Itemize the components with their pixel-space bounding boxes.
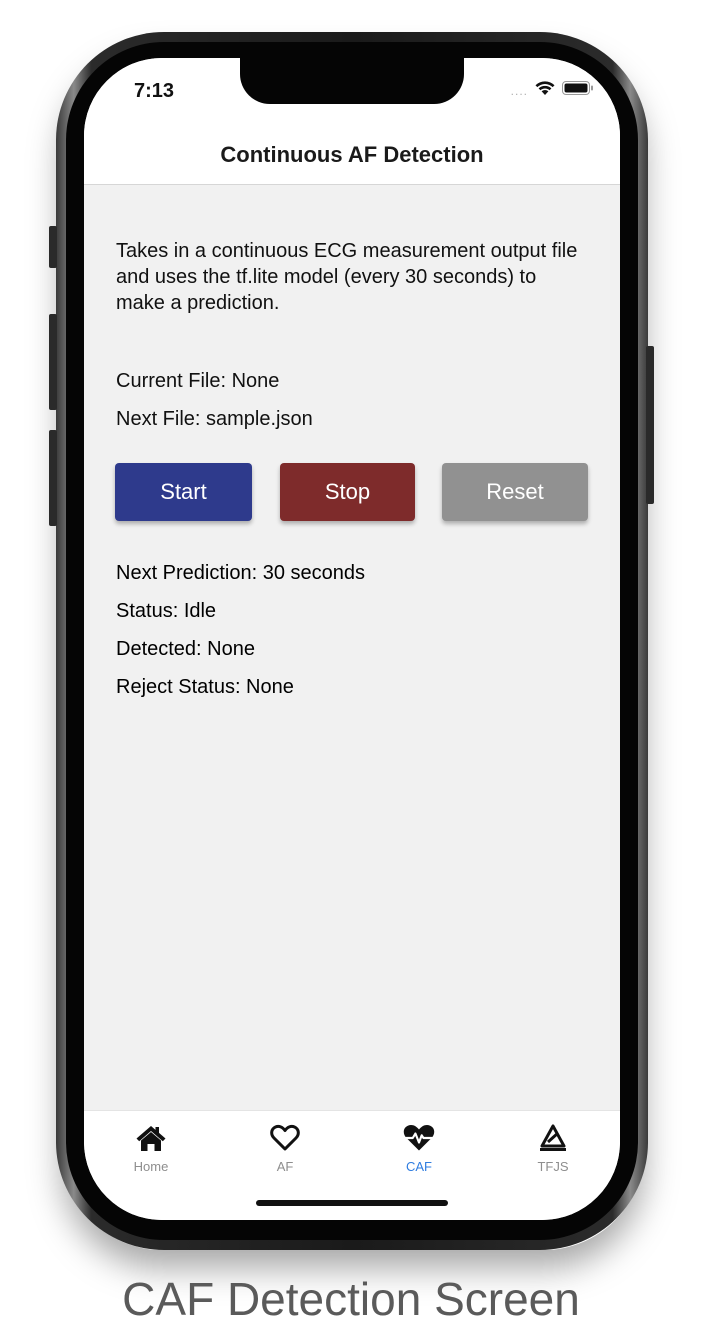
signal-indicator: ....	[510, 83, 528, 98]
tab-af[interactable]: AF	[218, 1121, 352, 1181]
status-text: Status: Idle	[116, 600, 217, 622]
tab-tfjs[interactable]: TFJS	[486, 1121, 620, 1181]
content: Takes in a continuous ECG measurement ou…	[116, 184, 588, 432]
home-icon	[134, 1121, 168, 1155]
caption: CAF Detection Screen	[122, 1273, 580, 1325]
next-file-text: Next File: sample.json	[116, 408, 313, 430]
volume-up-button	[49, 314, 57, 410]
tab-home[interactable]: Home	[84, 1121, 218, 1181]
status-time: 7:13	[134, 80, 175, 102]
battery-icon	[562, 80, 594, 101]
tab-caf[interactable]: CAF	[352, 1121, 486, 1181]
status-info: Next Prediction: 30 seconds Status: Idle…	[116, 560, 365, 700]
home-indicator[interactable]	[256, 1200, 448, 1206]
page: 7:13 .... Continuous AF Detection Takes …	[0, 0, 702, 1340]
power-button	[646, 346, 654, 504]
description-text: Takes in a continuous ECG measurement ou…	[116, 240, 578, 314]
heartbeat-icon	[402, 1121, 436, 1155]
screen: 7:13 .... Continuous AF Detection Takes …	[84, 58, 620, 1220]
tab-label: Home	[133, 1159, 169, 1174]
tfjs-icon	[536, 1121, 570, 1155]
start-button[interactable]: Start	[115, 463, 252, 521]
next-prediction-text: Next Prediction: 30 seconds	[116, 562, 366, 584]
detected-text: Detected: None	[116, 638, 255, 660]
tab-label: CAF	[406, 1159, 432, 1174]
tab-label: AF	[276, 1159, 294, 1174]
heart-outline-icon	[268, 1121, 302, 1155]
stop-button[interactable]: Stop	[280, 463, 415, 521]
page-title: Continuous AF Detection	[220, 142, 484, 167]
notch	[240, 58, 464, 104]
navigation-bar: Continuous AF Detection	[84, 126, 620, 185]
file-info: Current File: None Next File: sample.jso…	[116, 368, 588, 432]
control-buttons: Start Stop Reset	[115, 463, 589, 521]
wifi-icon	[534, 80, 556, 101]
status-icons: ....	[511, 80, 594, 101]
reset-button[interactable]: Reset	[442, 463, 588, 521]
mute-switch	[49, 226, 57, 268]
reject-status-text: Reject Status: None	[116, 676, 294, 698]
tab-label: TFJS	[537, 1159, 569, 1174]
volume-down-button	[49, 430, 57, 526]
current-file-text: Current File: None	[116, 370, 280, 392]
